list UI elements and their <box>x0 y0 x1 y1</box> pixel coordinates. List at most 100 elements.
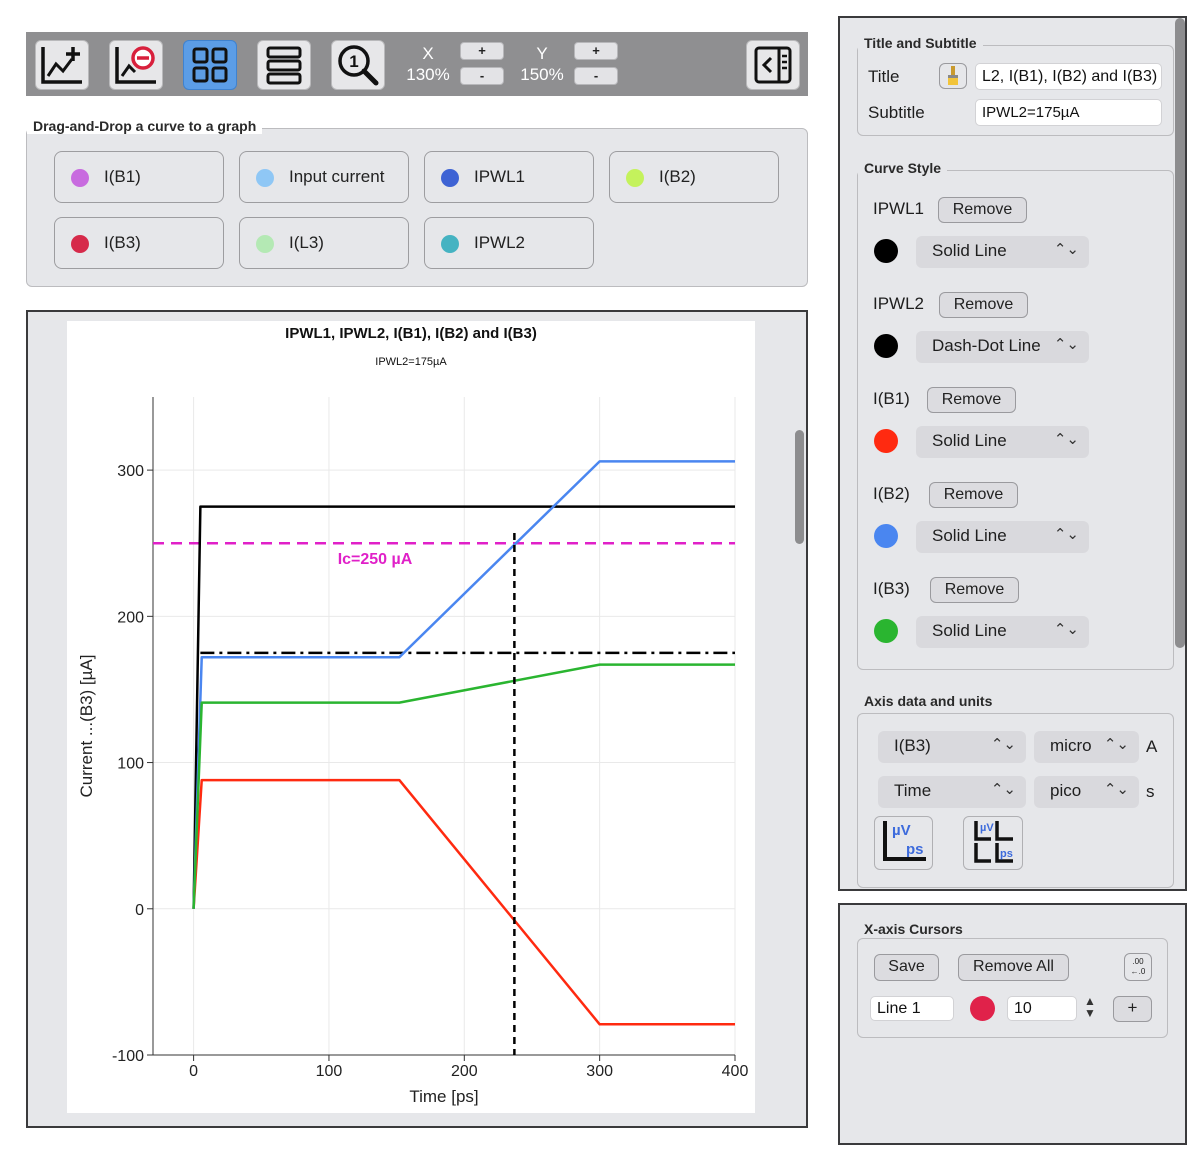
x-tick-label: 200 <box>451 1063 478 1080</box>
remove-curve-button[interactable]: Remove <box>929 482 1018 508</box>
line-style-select[interactable]: Solid Line ⌃⌄ <box>916 616 1089 648</box>
list-layout-icon <box>266 46 302 85</box>
toolbar: 1 X 130% + - Y 150% + - <box>26 32 808 96</box>
add-graph-button[interactable] <box>35 40 89 90</box>
x-unit-label: s <box>1146 782 1155 801</box>
settings-scrollbar[interactable] <box>1175 18 1185 648</box>
y-tick-label: 300 <box>117 463 144 480</box>
remove-curve-button[interactable]: Remove <box>930 577 1019 603</box>
y-tick-label: -100 <box>112 1048 144 1065</box>
cursor-name-input[interactable]: Line 1 <box>870 996 954 1021</box>
zoom-reset-icon: 1 <box>338 45 379 86</box>
cursor-width-stepper[interactable]: ▲ ▼ <box>1082 995 1098 1021</box>
x-zoom-out-button[interactable]: - <box>460 67 504 85</box>
curve-color-swatch[interactable] <box>874 239 898 263</box>
y-zoom-value: 150% <box>520 65 564 84</box>
line-style-select[interactable]: Solid Line ⌃⌄ <box>916 521 1089 553</box>
remove-curve-button[interactable]: Remove <box>939 292 1028 318</box>
chevron-updown-icon: ⌃⌄ <box>990 781 1016 798</box>
x-tick-label: 100 <box>316 1063 343 1080</box>
y-prefix-select[interactable]: micro ⌃⌄ <box>1034 731 1139 763</box>
curve-color-dot <box>256 169 274 187</box>
save-cursor-button[interactable]: Save <box>874 954 939 981</box>
y-zoom-in-button[interactable]: + <box>574 42 618 60</box>
x-tick-label: 300 <box>586 1063 613 1080</box>
graph-area: 0 100 200 300 400 -100 0 100 200 300 IPWL1, IPWL2,… <box>67 321 755 1113</box>
remove-graph-button[interactable] <box>109 40 163 90</box>
title-input[interactable]: L2, I(B1), I(B2) and I(B3) <box>975 63 1162 90</box>
sidebar-toggle-button[interactable] <box>746 40 800 90</box>
curve-chip[interactable]: I(B2) <box>609 151 779 203</box>
axis-group-title: Axis data and units <box>858 693 999 709</box>
curve-style-title: Curve Style <box>858 160 948 176</box>
y-zoom-out-button[interactable]: - <box>574 67 618 85</box>
x-prefix-select[interactable]: pico ⌃⌄ <box>1034 776 1139 808</box>
x-zoom-value: 130% <box>406 65 450 84</box>
x-tick-label: 0 <box>189 1063 198 1080</box>
line-style-value: Solid Line <box>932 526 1007 545</box>
subtitle-input[interactable]: IPWL2=175µA <box>975 99 1162 126</box>
y-tick-label: 200 <box>117 609 144 626</box>
line-style-select[interactable]: Solid Line ⌃⌄ <box>916 236 1089 268</box>
curve-chip-label: IPWL2 <box>474 233 526 252</box>
decimal-format-button[interactable]: .00 ←.0 <box>1124 953 1152 981</box>
curve-chip[interactable]: I(B1) <box>54 151 224 203</box>
line-style-select[interactable]: Dash-Dot Line ⌃⌄ <box>916 331 1089 363</box>
grid-layout-icon <box>192 47 228 83</box>
chevron-updown-icon: ⌃⌄ <box>1053 431 1079 448</box>
cursor-width-input[interactable]: 10 <box>1007 996 1077 1021</box>
line-style-value: Solid Line <box>932 241 1007 260</box>
chart-title: IPWL1, IPWL2, I(B1), I(B2) and I(B3) <box>285 325 537 342</box>
curve-color-swatch[interactable] <box>874 429 898 453</box>
unit-icon-1-top: µV <box>892 822 911 839</box>
apply-units-button[interactable]: µV ps <box>874 816 933 870</box>
chevron-updown-icon: ⌃⌄ <box>1103 736 1129 753</box>
curve-chip-label: IPWL1 <box>474 167 526 186</box>
x-data-select[interactable]: Time ⌃⌄ <box>878 776 1026 808</box>
title-style-button[interactable] <box>939 63 967 89</box>
cursor-group <box>857 938 1168 1038</box>
x-zoom-label: X <box>422 44 434 63</box>
y-data-select[interactable]: I(B3) ⌃⌄ <box>878 731 1026 763</box>
line-chart[interactable]: 0 100 200 300 400 -100 0 100 200 300 IPWL1, IPWL2,… <box>67 321 755 1113</box>
remove-curve-button[interactable]: Remove <box>927 387 1016 413</box>
decimal-icon-bottom: ←.0 <box>1131 967 1146 976</box>
y-tick-label: 0 <box>135 902 144 919</box>
curve-style-name: I(B2) <box>873 484 910 503</box>
grid-layout-button[interactable] <box>183 40 237 90</box>
title-label: Title <box>868 67 900 86</box>
curve-color-swatch[interactable] <box>874 524 898 548</box>
curve-color-swatch[interactable] <box>874 619 898 643</box>
curve-chip[interactable]: IPWL2 <box>424 217 594 269</box>
curve-chip-label: I(L3) <box>289 233 324 252</box>
list-layout-button[interactable] <box>257 40 311 90</box>
curve-color-dot <box>256 235 274 253</box>
subtitle-label: Subtitle <box>868 103 925 122</box>
line-style-select[interactable]: Solid Line ⌃⌄ <box>916 426 1089 458</box>
decimal-format-icon: .00 ←.0 <box>1131 957 1146 976</box>
y-axis-title: Current ...(B3) [µA] <box>77 655 96 798</box>
curve-chip[interactable]: I(B3) <box>54 217 224 269</box>
x-zoom-in-button[interactable]: + <box>460 42 504 60</box>
curve-color-swatch[interactable] <box>874 334 898 358</box>
y-unit-label: A <box>1146 737 1158 756</box>
remove-curve-button[interactable]: Remove <box>938 197 1027 223</box>
x-tick-label: 400 <box>722 1063 749 1080</box>
curve-color-dot <box>626 169 644 187</box>
curve-chip-label: I(B3) <box>104 233 141 252</box>
ic-threshold-label: Ic=250 µA <box>338 551 413 568</box>
zoom-reset-button[interactable]: 1 <box>331 40 385 90</box>
curve-chip[interactable]: IPWL1 <box>424 151 594 203</box>
curve-chip-label: Input current <box>289 167 385 186</box>
cursor-color-swatch[interactable] <box>970 996 995 1021</box>
remove-all-cursors-button[interactable]: Remove All <box>958 954 1069 981</box>
curve-color-dot <box>71 235 89 253</box>
cursor-group-title: X-axis Cursors <box>858 921 969 937</box>
graph-scrollbar[interactable] <box>795 430 804 544</box>
apply-units-all-button[interactable]: µV ps <box>963 816 1023 870</box>
line-style-value: Dash-Dot Line <box>932 336 1041 355</box>
add-cursor-button[interactable]: + <box>1113 996 1152 1022</box>
curve-chip[interactable]: Input current <box>239 151 409 203</box>
axis-units-icon: µV ps <box>882 821 926 861</box>
curve-chip[interactable]: I(L3) <box>239 217 409 269</box>
